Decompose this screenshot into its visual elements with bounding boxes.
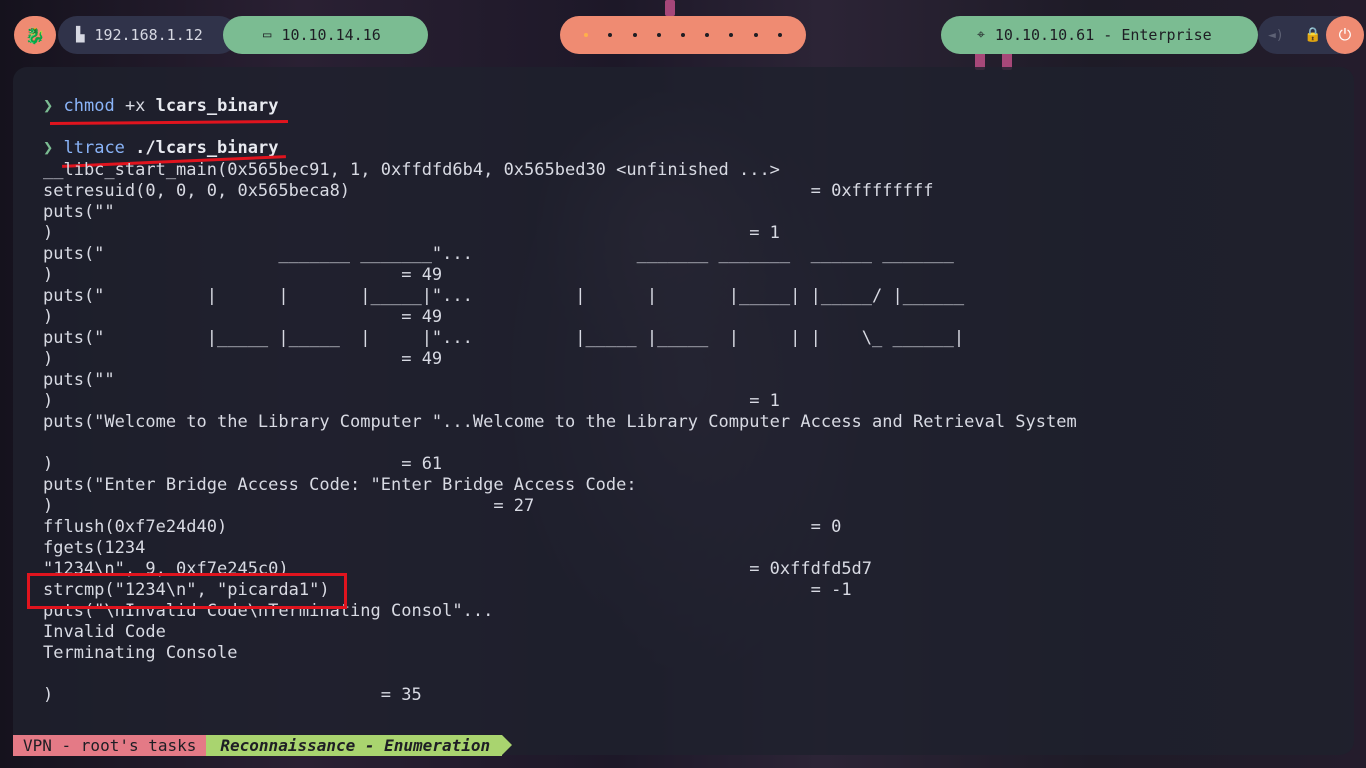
workspace-dot[interactable] <box>753 33 758 37</box>
command-line-ltrace: ❯ ltrace ./lcars_binary <box>43 138 278 159</box>
network-icon: ▙ <box>76 27 85 43</box>
window-label[interactable]: Reconnaissance - Enumeration <box>206 735 503 756</box>
terminal-output-line: puts(" _______ _______"... _______ _____… <box>43 244 954 264</box>
power-icon: ⏻ <box>1338 25 1352 44</box>
crosshair-icon: ⌖ <box>977 27 985 43</box>
terminal-output-line: ) = 27 <box>43 496 535 516</box>
terminal-output-line: ) = 61 <box>43 454 443 474</box>
target-widget[interactable]: ⌖ 10.10.10.61 - Enterprise <box>941 16 1258 54</box>
terminal-output-line: ) = 49 <box>43 265 443 285</box>
workspace-dot[interactable] <box>705 33 710 37</box>
workspace-dot[interactable] <box>632 33 637 37</box>
terminal-output-line: ) = 1 <box>43 391 780 411</box>
terminal-output-line: __libc_start_main(0x565bec91, 1, 0xffdfd… <box>43 160 780 180</box>
vpn-ip-text: 10.10.14.16 <box>281 26 381 44</box>
terminal-output-line: ) = 49 <box>43 349 443 369</box>
workspace-dot[interactable] <box>608 33 613 37</box>
command-program: chmod <box>63 96 115 116</box>
terminal-output-line: setresuid(0, 0, 0, 0x565beca8) = 0xfffff… <box>43 181 934 201</box>
command-line-chmod: ❯ chmod +x lcars_binary <box>43 96 279 117</box>
terminal-output-line: fflush(0xf7e24d40) = 0 <box>43 517 842 537</box>
workspace-dot[interactable] <box>656 33 661 37</box>
menu-button[interactable]: 🐉 <box>14 16 56 54</box>
tmux-status-bar: VPN - root's tasks Reconnaissance - Enum… <box>13 735 513 756</box>
prompt-symbol: ❯ <box>43 138 54 158</box>
terminal-output-line: puts("" <box>43 202 115 222</box>
workspace-dot[interactable] <box>777 33 782 37</box>
command-arg: ./lcars_binary <box>135 138 279 158</box>
terminal-output-line: puts("" <box>43 370 115 390</box>
prompt-symbol: ❯ <box>43 96 54 116</box>
red-box-annotation <box>27 573 347 609</box>
lock-icon[interactable]: 🔒 <box>1304 27 1321 43</box>
command-flag: +x <box>124 96 146 116</box>
terminal-output-line: ) = 1 <box>43 223 780 243</box>
local-ip-text: 192.168.1.12 <box>94 26 203 44</box>
power-button[interactable]: ⏻ <box>1326 16 1364 54</box>
local-ip-widget[interactable]: ▙ 192.168.1.12 <box>58 16 238 54</box>
workspace-dot-active[interactable] <box>584 33 589 37</box>
laptop-icon: ▭ <box>263 27 272 43</box>
terminal-output-line: ) = 49 <box>43 307 443 327</box>
terminal-output-line: puts(" |_____ |_____ | |"... |_____ |___… <box>43 328 965 348</box>
terminal-output-line: Invalid Code <box>43 622 166 642</box>
system-tray: ◄) 🔒 ⏻ <box>1258 16 1364 54</box>
terminal-output-line: Terminating Console <box>43 643 238 663</box>
workspace-dot[interactable] <box>729 33 734 37</box>
terminal-output-line: puts("Enter Bridge Access Code: "Enter B… <box>43 475 637 495</box>
kali-dragon-icon: 🐉 <box>25 25 45 45</box>
workspace-switcher[interactable] <box>560 16 806 54</box>
terminal-output-line: puts(" | | |_____|"... | | |_____| |____… <box>43 286 965 306</box>
volume-icon[interactable]: ◄) <box>1268 28 1284 43</box>
command-program: ltrace <box>63 138 125 158</box>
terminal-output-line: puts("Welcome to the Library Computer ".… <box>43 412 1077 432</box>
target-text: 10.10.10.61 - Enterprise <box>994 26 1212 44</box>
status-arrow-icon <box>502 735 513 755</box>
vpn-ip-widget[interactable]: ▭ 10.10.14.16 <box>223 16 428 54</box>
wallpaper-neon-bar <box>665 0 675 16</box>
terminal-output-line: fgets(1234 <box>43 538 146 558</box>
workspace-dot[interactable] <box>680 33 685 37</box>
terminal-output-line: ) = 35 <box>43 685 422 705</box>
command-arg: lcars_binary <box>155 96 279 116</box>
session-label[interactable]: VPN - root's tasks <box>13 735 207 756</box>
